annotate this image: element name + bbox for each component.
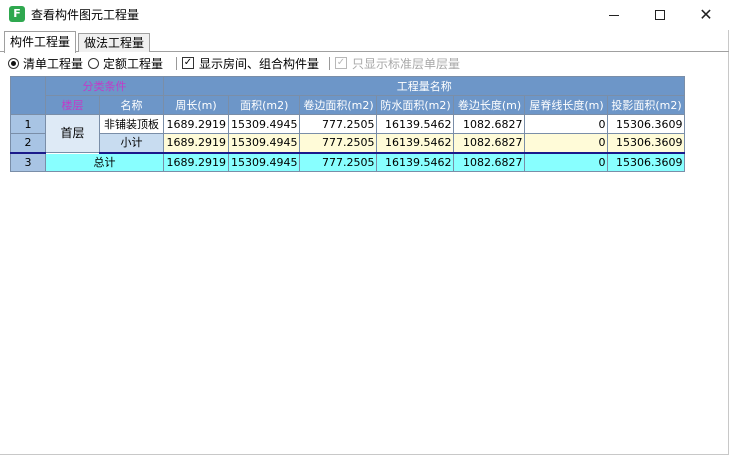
header-quantity-name: 工程量名称 bbox=[162, 76, 686, 96]
header-curl-area[interactable]: 卷边面积(m2) bbox=[299, 95, 378, 115]
value-cell[interactable]: 777.2505 bbox=[299, 133, 378, 154]
quantity-dialog: F 查看构件图元工程量 ✕ 构件工程量 做法工程量 清单工程量 定额工程量 ✓ … bbox=[0, 0, 729, 455]
tab-component-quantity[interactable]: 构件工程量 bbox=[4, 31, 77, 53]
value-cell[interactable]: 15306.3609 bbox=[607, 133, 686, 154]
row-number[interactable]: 2 bbox=[10, 133, 46, 154]
close-icon: ✕ bbox=[699, 5, 713, 24]
table-header-group-row: 分类条件 工程量名称 bbox=[10, 76, 686, 115]
header-classify: 分类条件 bbox=[45, 76, 164, 96]
maximize-icon bbox=[655, 10, 665, 20]
value-cell[interactable]: 16139.5462 bbox=[376, 133, 455, 154]
header-name[interactable]: 名称 bbox=[99, 95, 164, 115]
table-corner bbox=[10, 76, 46, 115]
value-cell[interactable]: 0 bbox=[524, 114, 609, 134]
minimize-icon bbox=[609, 14, 619, 16]
value-cell[interactable]: 1689.2919 bbox=[163, 152, 229, 172]
window-title: 查看构件图元工程量 bbox=[31, 8, 140, 22]
value-cell[interactable]: 777.2505 bbox=[299, 114, 378, 134]
radio-unselected-icon[interactable] bbox=[88, 57, 99, 69]
value-cell[interactable]: 15309.4945 bbox=[227, 152, 301, 172]
checkbox-standard-floor-label: 只显示标准层单层量 bbox=[352, 56, 461, 71]
checkbox-checked-icon[interactable]: ✓ bbox=[182, 57, 194, 69]
header-projected-area[interactable]: 投影面积(m2) bbox=[607, 95, 686, 115]
radio-bill-quantity[interactable]: 清单工程量 bbox=[8, 55, 83, 71]
floor-cell[interactable]: 首层 bbox=[45, 114, 100, 153]
checkbox-show-room-label: 显示房间、组合构件量 bbox=[199, 56, 320, 71]
table-row-subtotal[interactable]: 2 小计 1689.2919 15309.4945 777.2505 16139… bbox=[10, 133, 686, 154]
quantity-table: 分类条件 工程量名称 楼层 名称 周长(m) 面积(m2) 卷边面积(m2) 防… bbox=[10, 76, 686, 172]
options-row: 清单工程量 定额工程量 ✓ 显示房间、组合构件量 ✓ 只显示标准层单层量 bbox=[0, 54, 729, 73]
radio-quota-quantity[interactable]: 定额工程量 bbox=[88, 55, 163, 71]
name-cell[interactable]: 非铺装顶板 bbox=[99, 114, 164, 134]
radio-selected-icon[interactable] bbox=[8, 57, 19, 69]
value-cell[interactable]: 16139.5462 bbox=[376, 114, 455, 134]
checkbox-disabled-checked-icon: ✓ bbox=[335, 57, 347, 69]
total-cell[interactable]: 总计 bbox=[45, 152, 164, 172]
value-cell[interactable]: 1689.2919 bbox=[163, 133, 229, 154]
value-cell[interactable]: 1082.6827 bbox=[453, 152, 526, 172]
table-row-total[interactable]: 3 总计 1689.2919 15309.4945 777.2505 16139… bbox=[10, 152, 686, 172]
header-area[interactable]: 面积(m2) bbox=[227, 95, 301, 115]
row-number[interactable]: 1 bbox=[10, 114, 46, 134]
value-cell[interactable]: 15309.4945 bbox=[227, 133, 301, 154]
checkbox-standard-floor[interactable]: ✓ 只显示标准层单层量 bbox=[335, 55, 460, 71]
table-row[interactable]: 1 首层 非铺装顶板 1689.2919 15309.4945 777.2505… bbox=[10, 114, 686, 153]
value-cell[interactable]: 15309.4945 bbox=[227, 114, 301, 134]
header-ridge-length[interactable]: 屋脊线长度(m) bbox=[524, 95, 609, 115]
divider bbox=[176, 57, 177, 70]
tab-bar: 构件工程量 做法工程量 bbox=[0, 31, 729, 53]
subtotal-cell[interactable]: 小计 bbox=[99, 133, 164, 154]
minimize-button[interactable] bbox=[591, 0, 637, 30]
tab-method-quantity[interactable]: 做法工程量 bbox=[78, 33, 151, 52]
radio-quota-label: 定额工程量 bbox=[103, 56, 164, 71]
value-cell[interactable]: 777.2505 bbox=[299, 152, 378, 172]
header-floor[interactable]: 楼层 bbox=[45, 95, 100, 115]
maximize-button[interactable] bbox=[637, 0, 683, 30]
close-button[interactable]: ✕ bbox=[683, 0, 729, 30]
header-curl-length[interactable]: 卷边长度(m) bbox=[453, 95, 526, 115]
app-logo-icon: F bbox=[9, 6, 25, 22]
value-cell[interactable]: 16139.5462 bbox=[376, 152, 455, 172]
value-cell[interactable]: 15306.3609 bbox=[607, 114, 686, 134]
table-header-row: 楼层 名称 周长(m) 面积(m2) 卷边面积(m2) 防水面积(m2) 卷边长… bbox=[11, 95, 686, 115]
header-perimeter[interactable]: 周长(m) bbox=[163, 95, 229, 115]
value-cell[interactable]: 1082.6827 bbox=[453, 114, 526, 134]
value-cell[interactable]: 15306.3609 bbox=[607, 152, 686, 172]
row-number[interactable]: 3 bbox=[10, 152, 46, 172]
title-bar[interactable]: F 查看构件图元工程量 ✕ bbox=[0, 0, 729, 30]
divider bbox=[329, 57, 330, 70]
value-cell[interactable]: 0 bbox=[524, 152, 609, 172]
checkbox-show-room[interactable]: ✓ 显示房间、组合构件量 bbox=[182, 55, 319, 71]
header-waterproof-area[interactable]: 防水面积(m2) bbox=[376, 95, 455, 115]
radio-bill-label: 清单工程量 bbox=[23, 56, 84, 71]
value-cell[interactable]: 0 bbox=[524, 133, 609, 154]
value-cell[interactable]: 1689.2919 bbox=[163, 114, 229, 134]
value-cell[interactable]: 1082.6827 bbox=[453, 133, 526, 154]
